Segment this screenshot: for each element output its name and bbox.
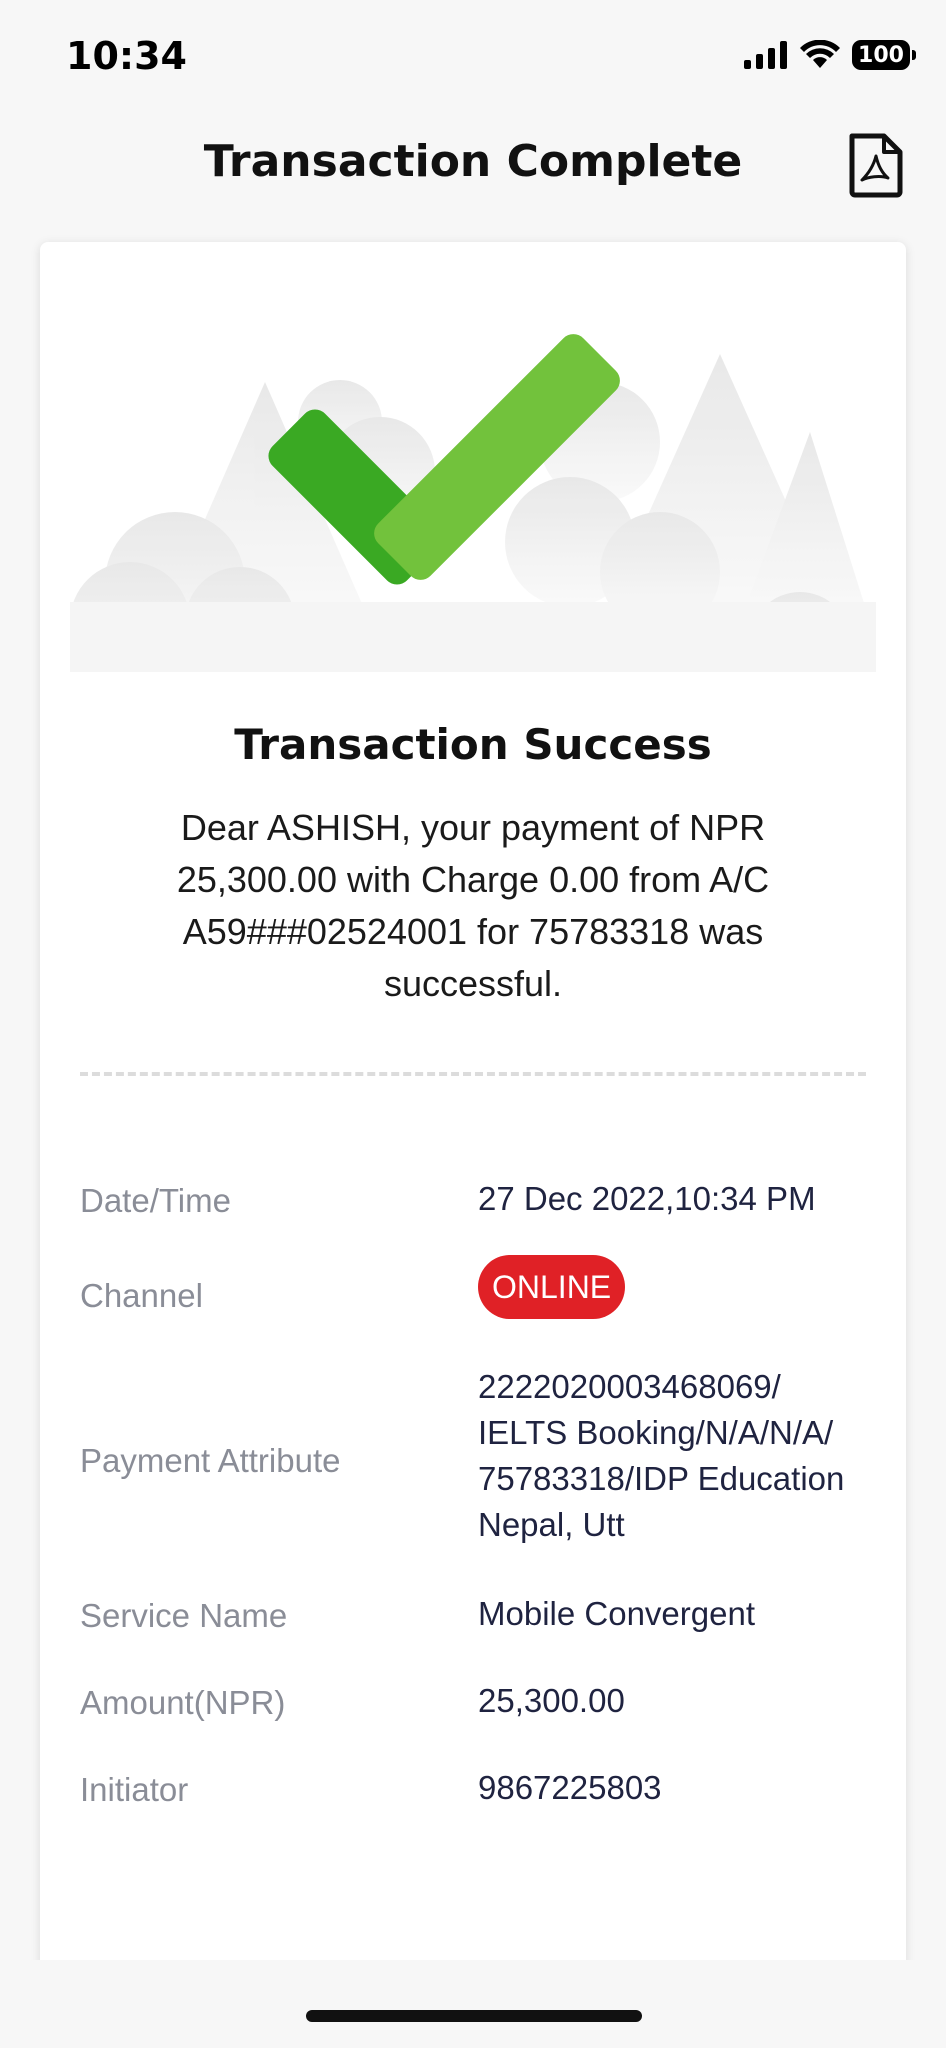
detail-value: 25,300.00 (478, 1682, 625, 1719)
bottom-safe-area (0, 1960, 946, 2048)
detail-value: 2222020003468069/ IELTS Booking/N/A/N/A/… (478, 1368, 845, 1543)
download-pdf-button[interactable] (846, 132, 906, 198)
battery-level: 100 (858, 42, 904, 68)
detail-label: Initiator (80, 1771, 189, 1808)
pdf-icon (849, 133, 903, 198)
battery-indicator: 100 (852, 40, 916, 70)
cellular-signal-icon (744, 41, 787, 69)
detail-label: Date/Time (80, 1182, 231, 1219)
status-icons: 100 (744, 40, 916, 70)
page-title: Transaction Complete (203, 136, 743, 187)
detail-value: 27 Dec 2022,10:34 PM (478, 1180, 816, 1217)
dashed-divider (80, 1072, 866, 1076)
wifi-icon (800, 40, 840, 68)
success-message: Dear ASHISH, your payment of NPR 25,300.… (176, 807, 770, 1004)
detail-label: Amount(NPR) (80, 1684, 286, 1721)
detail-label: Payment Attribute (80, 1442, 341, 1479)
success-title: Transaction Success (234, 720, 712, 769)
success-illustration (40, 242, 906, 692)
detail-label: Service Name (80, 1597, 288, 1634)
status-bar: 10:34 100 (0, 0, 946, 110)
detail-value: 9867225803 (478, 1769, 662, 1806)
status-time: 10:34 (66, 34, 187, 78)
home-indicator[interactable] (306, 2010, 642, 2022)
detail-value: ONLINE (478, 1255, 878, 1319)
channel-badge: ONLINE (478, 1255, 626, 1319)
detail-label: Channel (80, 1277, 203, 1314)
detail-value: Mobile Convergent (478, 1595, 755, 1632)
header: Transaction Complete (0, 120, 946, 210)
receipt-card: Transaction Success Dear ASHISH, your pa… (40, 242, 906, 2048)
